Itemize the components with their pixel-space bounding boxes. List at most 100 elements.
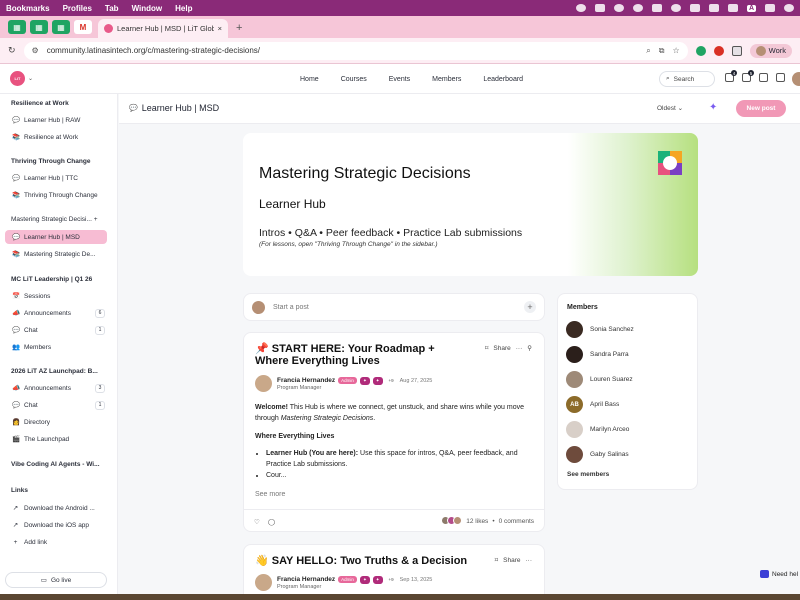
gmail-pinned-tab-icon[interactable]: M (74, 20, 92, 34)
sidebar-item-announcements[interactable]: 📣 Announcements 3 (11, 381, 107, 395)
share-button[interactable]: Share (493, 345, 510, 352)
sidebar-item-learner-hub-msd[interactable]: 💬 Learner Hub | MSD (5, 230, 107, 244)
site-info-icon[interactable]: ⚙ (32, 46, 39, 55)
add-space-icon[interactable]: + (94, 216, 98, 223)
bluetooth-icon[interactable] (651, 4, 662, 12)
cloud-icon[interactable] (594, 4, 605, 12)
profile-chip[interactable]: Work (749, 43, 792, 58)
status-icon[interactable] (689, 4, 700, 12)
status-icon[interactable] (708, 4, 719, 12)
community-logo[interactable]: LiT (10, 71, 25, 86)
nav-home[interactable]: Home (300, 76, 319, 83)
sidebar-group-az-launchpad[interactable]: 2026 LiT AZ Launchpad: B... (11, 368, 98, 375)
start-post-composer[interactable]: Start a post + (243, 293, 545, 321)
reload-icon[interactable]: ↻ (8, 45, 16, 56)
status-icon[interactable] (632, 4, 643, 12)
sheets-pinned-tab-icon[interactable]: ▦ (30, 20, 48, 34)
liker-avatars[interactable] (441, 516, 463, 527)
sidebar-group-vibe-coding[interactable]: Vibe Coding AI Agents - Wi... (11, 461, 100, 468)
bookmark-star-icon[interactable]: ☆ (672, 46, 679, 55)
likes-count[interactable]: 12 likes (466, 518, 488, 525)
ai-sparkle-icon[interactable]: ✦ (709, 102, 717, 113)
member-row[interactable]: Gaby Salinas (566, 446, 629, 463)
nav-events[interactable]: Events (389, 76, 410, 83)
status-icon[interactable] (575, 4, 586, 12)
chevron-down-icon[interactable]: ⌄ (28, 75, 33, 82)
nav-courses[interactable]: Courses (341, 76, 367, 83)
status-icon[interactable] (613, 4, 624, 12)
member-row[interactable]: Marilyn Arceo (566, 421, 629, 438)
menu-help[interactable]: Help (175, 4, 192, 13)
add-attachment-icon[interactable]: + (524, 301, 536, 313)
sheets-pinned-tab-icon[interactable]: ▦ (52, 20, 70, 34)
member-row[interactable]: Sandra Parra (566, 346, 629, 363)
extension-icon[interactable] (695, 45, 706, 56)
zoom-search-icon[interactable]: ⌕ (646, 46, 650, 56)
see-members-link[interactable]: See members (567, 471, 609, 478)
input-source-indicator[interactable]: A (746, 4, 756, 12)
messages-icon[interactable]: 5 (742, 70, 754, 82)
url-text[interactable]: community.latinasintech.org/c/mastering-… (47, 46, 639, 55)
menu-window[interactable]: Window (132, 4, 163, 13)
comment-icon[interactable]: ◯ (268, 518, 275, 526)
new-post-button[interactable]: New post (736, 100, 786, 117)
author-name[interactable]: Francia Hernandez (277, 377, 335, 384)
close-tab-icon[interactable]: × (218, 24, 222, 33)
search-input[interactable]: ⌕ Search (659, 71, 715, 87)
cast-icon[interactable]: ⧉ (659, 46, 665, 56)
nav-members[interactable]: Members (432, 76, 461, 83)
sidebar-item-learner-hub-raw[interactable]: 💬 Learner Hub | RAW (11, 113, 107, 127)
comments-count[interactable]: 0 comments (499, 518, 534, 525)
author-avatar[interactable] (255, 574, 272, 591)
see-more-link[interactable]: See more (255, 491, 285, 498)
search-icon[interactable] (784, 4, 794, 12)
sidebar-link-android[interactable]: ↗ Download the Android ... (11, 501, 107, 515)
member-row[interactable]: AB April Bass (566, 396, 619, 413)
sheets-pinned-tab-icon[interactable]: ▦ (8, 20, 26, 34)
post-title[interactable]: 👋 SAY HELLO: Two Truths & a Decision (255, 555, 495, 567)
sidebar-item-announcements[interactable]: 📣 Announcements 6 (11, 306, 107, 320)
share-button[interactable]: Share (503, 557, 520, 564)
sidebar-item-thriving-through-change[interactable]: 📚 Thriving Through Change (11, 188, 107, 202)
sidebar-add-link[interactable]: + Add link (11, 535, 107, 549)
sidebar-item-mastering-strategic-decisions[interactable]: 📚 Mastering Strategic De... (11, 247, 107, 261)
more-options-icon[interactable]: ··· (526, 557, 533, 564)
extension-icon[interactable] (713, 45, 724, 56)
post-title[interactable]: 📌 START HERE: Your Roadmap + Where Every… (255, 343, 465, 367)
more-options-icon[interactable]: ··· (516, 345, 523, 352)
bookmark-icon[interactable]: ⌑ (495, 556, 498, 564)
member-row[interactable]: Sonia Sanchez (566, 321, 634, 338)
sort-dropdown[interactable]: Oldest ⌄ (657, 104, 683, 112)
like-heart-icon[interactable]: ♡ (254, 518, 260, 526)
pin-icon[interactable]: ⚲ (527, 344, 532, 352)
sidebar-item-the-launchpad[interactable]: 🎬 The Launchpad (11, 432, 107, 446)
wifi-icon[interactable] (765, 4, 775, 12)
author-avatar[interactable] (255, 375, 272, 392)
notifications-icon[interactable]: 4 (725, 70, 737, 82)
sidebar-group-msd[interactable]: Mastering Strategic Decisi... + (11, 216, 98, 223)
new-tab-button[interactable]: + (236, 22, 242, 34)
bookmark-icon[interactable]: ⌑ (485, 344, 488, 352)
menu-tab[interactable]: Tab (105, 4, 119, 13)
sidebar-item-learner-hub-ttc[interactable]: 💬 Learner Hub | TTC (11, 171, 107, 185)
sidebar-item-resilience-at-work[interactable]: 📚 Resilience at Work (11, 130, 107, 144)
chat-icon[interactable] (759, 73, 768, 82)
go-live-button[interactable]: ▭ Go live (5, 572, 107, 588)
sidebar-group-thriving[interactable]: Thriving Through Change (11, 158, 90, 165)
user-avatar[interactable] (792, 72, 800, 86)
menu-profiles[interactable]: Profiles (63, 4, 92, 13)
extensions-puzzle-icon[interactable] (731, 45, 742, 56)
menu-bookmarks[interactable]: Bookmarks (6, 4, 50, 13)
status-icon[interactable] (670, 4, 681, 12)
sidebar-item-members[interactable]: 👥 Members (11, 340, 107, 354)
browser-tab-active[interactable]: Learner Hub | MSD | LiT Glob × (98, 19, 228, 38)
sidebar-item-sessions[interactable]: 📅 Sessions (11, 289, 107, 303)
battery-icon[interactable] (727, 4, 738, 12)
sidebar-item-chat[interactable]: 💬 Chat 1 (11, 398, 107, 412)
nav-leaderboard[interactable]: Leaderboard (483, 76, 523, 83)
sidebar-group-mc-lit-leadership[interactable]: MC LiT Leadership | Q1 26 (11, 276, 92, 283)
member-row[interactable]: Louren Suarez (566, 371, 633, 388)
help-launcher[interactable]: Need hel (760, 570, 798, 578)
sidebar-item-directory[interactable]: 👩 Directory (11, 415, 107, 429)
sidebar-item-chat[interactable]: 💬 Chat 1 (11, 323, 107, 337)
